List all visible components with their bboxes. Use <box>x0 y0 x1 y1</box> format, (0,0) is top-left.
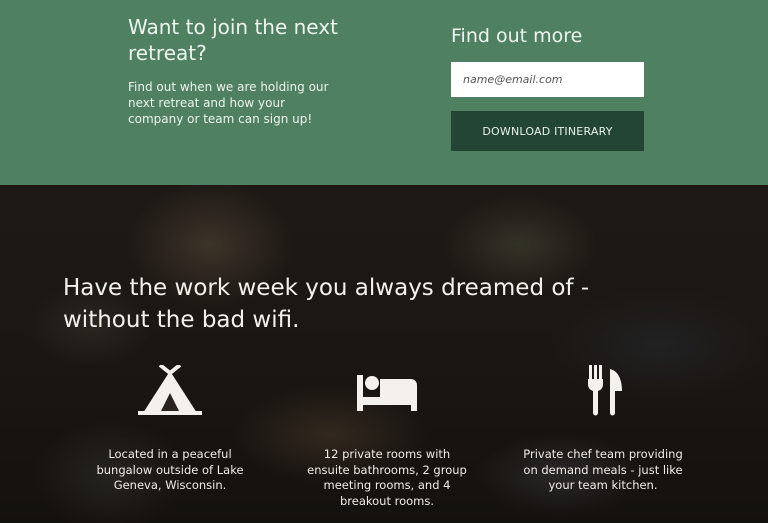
bed-icon <box>357 375 417 411</box>
download-itinerary-button[interactable]: DOWNLOAD ITINERARY <box>451 111 644 151</box>
email-input[interactable] <box>451 62 644 97</box>
feature-rooms: 12 private rooms with ensuite bathrooms,… <box>307 365 467 509</box>
feature-chef-text: Private chef team providing on demand me… <box>523 447 683 492</box>
feature-chef: Private chef team providing on demand me… <box>523 365 683 494</box>
fork-knife-icon <box>588 365 622 416</box>
hero-section: Have the work week you always dreamed of… <box>0 185 768 523</box>
join-retreat-heading: Want to join the next retreat? <box>128 15 338 65</box>
hero-title: Have the work week you always dreamed of… <box>63 275 590 333</box>
tent-icon <box>138 365 202 415</box>
feature-rooms-text: 12 private rooms with ensuite bathrooms,… <box>307 447 467 508</box>
signup-section: Want to join the next retreat? Find out … <box>0 0 768 185</box>
feature-location: Located in a peaceful bungalow outside o… <box>90 365 250 494</box>
join-retreat-description: Find out when we are holding our next re… <box>128 80 329 126</box>
feature-location-text: Located in a peaceful bungalow outside o… <box>96 447 244 492</box>
find-out-more-heading: Find out more <box>451 25 583 47</box>
